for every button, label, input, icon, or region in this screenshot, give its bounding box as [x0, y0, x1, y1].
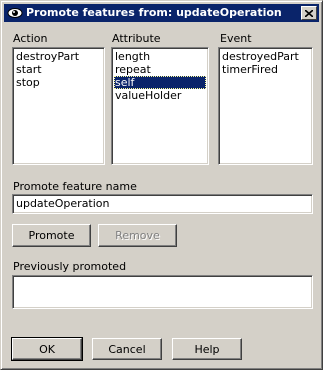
dialog-window: Promote features from: updateOperation A… [0, 0, 323, 370]
cancel-button[interactable]: Cancel [92, 338, 162, 360]
previously-promoted-box[interactable] [12, 275, 313, 309]
close-button[interactable] [301, 6, 317, 20]
list-item[interactable]: start [15, 63, 102, 76]
promote-name-value: updateOperation [16, 197, 110, 210]
list-item[interactable]: valueHolder [114, 89, 206, 102]
remove-button[interactable]: Remove [98, 224, 177, 247]
list-item[interactable]: destroyPart [15, 50, 102, 63]
list-item[interactable]: repeat [114, 63, 206, 76]
promote-name-input[interactable]: updateOperation [12, 194, 313, 214]
action-listbox[interactable]: destroyPart start stop [12, 47, 105, 165]
attribute-listbox[interactable]: length repeat self valueHolder [111, 47, 209, 165]
list-item[interactable]: stop [15, 76, 102, 89]
action-label: Action [13, 32, 48, 45]
window-title: Promote features from: updateOperation [26, 6, 282, 19]
list-item[interactable]: length [114, 50, 206, 63]
eye-icon [7, 6, 23, 20]
close-icon [305, 9, 313, 17]
list-item-selected[interactable]: self [114, 76, 206, 89]
help-button[interactable]: Help [172, 338, 242, 360]
promote-name-label: Promote feature name [13, 180, 137, 193]
previously-promoted-label: Previously promoted [13, 260, 127, 273]
list-item[interactable]: timerFired [221, 63, 310, 76]
promote-button[interactable]: Promote [12, 224, 91, 247]
event-listbox[interactable]: destroyedPart timerFired [218, 47, 313, 165]
list-item[interactable]: destroyedPart [221, 50, 310, 63]
title-bar[interactable]: Promote features from: updateOperation [4, 4, 319, 22]
ok-button[interactable]: OK [11, 337, 83, 361]
attribute-label: Attribute [112, 32, 161, 45]
event-label: Event [220, 32, 252, 45]
